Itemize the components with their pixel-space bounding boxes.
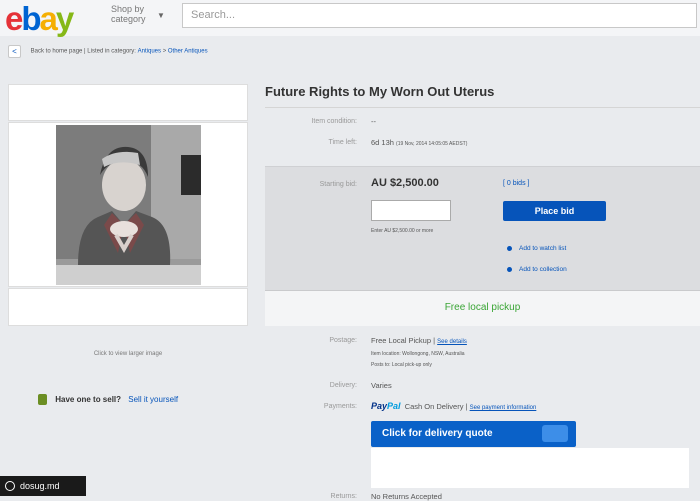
breadcrumb: < Back to home page | Listed in category…: [8, 45, 208, 59]
add-to-watch-list-link[interactable]: Add to watch list: [507, 245, 566, 252]
bid-hint: Enter AU $2,500.00 or more: [371, 228, 434, 234]
ebay-logo[interactable]: ebay: [5, 2, 74, 35]
breadcrumb-antiques[interactable]: Antiques: [138, 49, 161, 55]
search-input[interactable]: Search...: [182, 3, 697, 28]
eye-icon: [507, 246, 512, 251]
watermark-icon: [5, 481, 15, 491]
truck-icon: [542, 425, 568, 442]
delivery-value: Varies: [371, 381, 392, 390]
payments-label: Payments:: [323, 403, 357, 410]
bid-count-link[interactable]: [ 0 bids ]: [503, 180, 529, 187]
free-local-pickup-banner: Free local pickup: [265, 290, 700, 326]
see-payment-info-link[interactable]: See payment information: [470, 405, 537, 411]
item-title: Future Rights to My Worn Out Uterus: [265, 84, 495, 99]
delivery-quote-panel: [371, 448, 689, 488]
item-photo[interactable]: [56, 125, 201, 285]
header-bar: ebay Shop by category ▼ Search...: [0, 0, 700, 36]
item-image-frame[interactable]: [8, 122, 248, 287]
starting-bid-label: Starting bid:: [319, 181, 357, 188]
watermark: dosug.md: [0, 476, 86, 496]
bid-amount-input[interactable]: [371, 200, 451, 221]
divider: [265, 107, 700, 108]
breadcrumb-other-antiques[interactable]: Other Antiques: [168, 49, 208, 55]
delivery-label: Delivery:: [329, 382, 357, 389]
posts-to: Posts to: Local pick-up only: [371, 362, 432, 368]
returns-value: No Returns Accepted: [371, 492, 442, 501]
sell-it-yourself-link[interactable]: Sell it yourself: [128, 395, 178, 404]
image-panel-top: [8, 84, 248, 121]
returns-label: Returns:: [330, 493, 357, 500]
add-to-collection-link[interactable]: Add to collection: [507, 266, 567, 273]
postage-label: Postage:: [329, 337, 357, 344]
image-panel-bottom: [8, 288, 248, 326]
postage-value: Free Local Pickup | See details: [371, 336, 467, 345]
see-details-link[interactable]: See details: [437, 339, 467, 345]
place-bid-button[interactable]: Place bid: [503, 201, 606, 221]
time-left-label: Time left:: [328, 139, 357, 146]
item-location: Item location: Wollongong, NSW, Australi…: [371, 351, 465, 357]
paypal-logo: PayPal: [371, 401, 401, 411]
starting-bid-price: AU $2,500.00: [371, 177, 439, 189]
back-to-home-link[interactable]: Back to home page: [31, 49, 83, 55]
condition-value: --: [371, 117, 376, 126]
time-left: 6d 13h (19 Nov, 2014 14:05:05 AEDST): [371, 138, 468, 147]
back-arrow-icon[interactable]: <: [8, 45, 21, 58]
delivery-quote-button[interactable]: Click for delivery quote: [371, 421, 576, 447]
condition-label: Item condition:: [311, 118, 357, 125]
chevron-down-icon: ▼: [157, 11, 165, 20]
price-tag-icon: [38, 394, 47, 405]
sell-prompt: Have one to sell? Sell it yourself: [38, 394, 178, 405]
enlarge-image-link[interactable]: Click to view larger image: [8, 351, 248, 357]
payments-value: PayPal Cash On Delivery | See payment in…: [371, 401, 537, 411]
shop-by-category-button[interactable]: Shop by category ▼: [111, 4, 165, 24]
collection-icon: [507, 267, 512, 272]
